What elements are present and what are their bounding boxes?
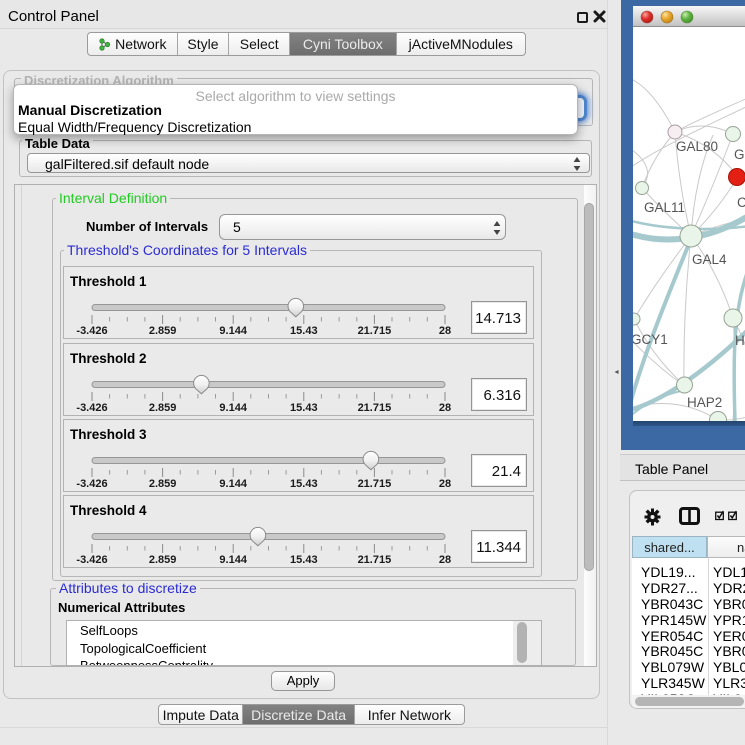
svg-text:28: 28 [439,478,451,490]
svg-text:21.715: 21.715 [358,478,392,490]
svg-text:15.43: 15.43 [290,402,318,414]
svg-text:C: C [737,195,745,210]
svg-text:HAP2: HAP2 [687,395,722,410]
svg-text:2.859: 2.859 [149,554,177,566]
svg-text:-3.426: -3.426 [76,478,107,490]
svg-text:21.715: 21.715 [358,325,392,337]
svg-text:-3.426: -3.426 [76,325,107,337]
svg-text:2.859: 2.859 [149,478,177,490]
svg-text:15.43: 15.43 [290,478,318,490]
svg-text:GAL80: GAL80 [676,139,718,154]
svg-text:9.144: 9.144 [219,402,247,414]
svg-text:21.715: 21.715 [358,402,392,414]
svg-text:H: H [735,333,745,348]
svg-text:GCY1: GCY1 [633,332,668,347]
svg-text:2.859: 2.859 [149,325,177,337]
svg-text:-3.426: -3.426 [76,554,107,566]
svg-text:GAL4: GAL4 [692,252,727,267]
svg-text:9.144: 9.144 [219,478,247,490]
svg-text:9.144: 9.144 [219,325,247,337]
svg-text:28: 28 [439,325,451,337]
svg-text:28: 28 [439,554,451,566]
svg-text:-3.426: -3.426 [76,402,107,414]
svg-text:G.: G. [734,147,745,162]
svg-text:28: 28 [439,402,451,414]
svg-text:GAL11: GAL11 [644,200,685,215]
svg-text:2.859: 2.859 [149,402,177,414]
svg-text:9.144: 9.144 [219,554,247,566]
svg-text:15.43: 15.43 [290,554,318,566]
svg-text:21.715: 21.715 [358,554,392,566]
svg-text:15.43: 15.43 [290,325,318,337]
